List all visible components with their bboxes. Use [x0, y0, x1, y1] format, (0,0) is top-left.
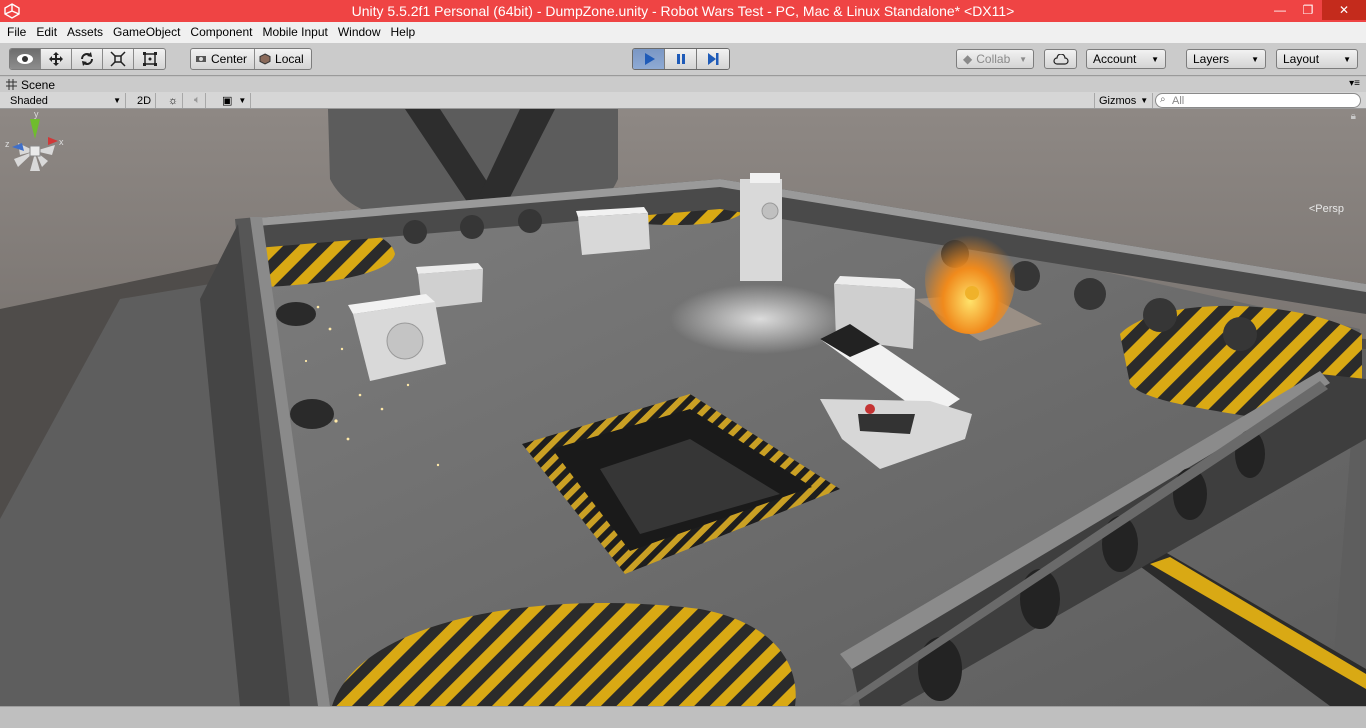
2d-label: 2D — [137, 94, 152, 107]
menu-assets[interactable]: Assets — [62, 22, 108, 43]
chevron-down-icon: ▼ — [1140, 96, 1149, 105]
2d-toggle[interactable]: 2D — [133, 93, 157, 108]
scale-icon — [110, 51, 126, 67]
rotate-tool-button[interactable] — [72, 49, 103, 69]
title-bar: Unity 5.5.2f1 Personal (64bit) - DumpZon… — [0, 0, 1366, 22]
image-icon: ▣ — [222, 95, 233, 107]
pivot-local-label: Local — [275, 52, 304, 66]
crate-1 — [576, 207, 650, 255]
pivot-center-icon — [196, 56, 206, 62]
effects-dropdown[interactable]: ▣ ▼ — [218, 93, 252, 108]
scene-viewport[interactable]: y x z <Persp 🔒︎ — [0, 109, 1366, 706]
step-button[interactable] — [697, 49, 729, 69]
play-icon — [644, 53, 655, 65]
scene-tab-bar: Scene ▾≡ — [0, 77, 1366, 92]
status-bar — [0, 706, 1366, 728]
menu-bar: File Edit Assets GameObject Component Mo… — [0, 22, 1366, 43]
eye-icon — [17, 54, 33, 64]
speaker-icon: 🔈︎ — [194, 94, 201, 106]
orientation-gizmo[interactable]: y x z — [0, 109, 70, 219]
pivot-center-label: Center — [211, 52, 248, 66]
lighting-toggle[interactable]: ☼ — [164, 93, 184, 108]
gizmo-x-cone — [48, 137, 58, 145]
chevron-down-icon: ▼ — [1251, 54, 1259, 64]
chevron-down-icon: ▼ — [1343, 54, 1351, 64]
layers-label: Layers — [1193, 52, 1230, 66]
chevron-down-icon: ▼ — [113, 96, 121, 105]
sun-icon: ☼ — [168, 94, 179, 107]
menu-edit[interactable]: Edit — [31, 22, 62, 43]
search-icon: ⌕ — [1160, 94, 1166, 105]
menu-mobile-input[interactable]: Mobile Input — [257, 22, 332, 43]
gizmo-y-label: y — [34, 109, 39, 119]
chevron-down-icon: ▼ — [238, 96, 247, 105]
scene-grid-icon — [6, 79, 17, 90]
chevron-down-icon: ▼ — [1019, 54, 1027, 64]
shading-label: Shaded — [10, 94, 48, 107]
step-icon — [708, 53, 719, 65]
account-dropdown[interactable]: Account ▼ — [1086, 49, 1166, 69]
tower — [740, 173, 782, 281]
menu-file[interactable]: File — [2, 22, 31, 43]
gizmo-z-axis-cone — [12, 143, 24, 151]
gizmos-label: Gizmos — [1099, 94, 1137, 107]
move-arrows-icon — [49, 52, 63, 66]
gizmos-dropdown[interactable]: Gizmos ▼ — [1094, 93, 1154, 108]
window-title: Unity 5.5.2f1 Personal (64bit) - DumpZon… — [351, 3, 1015, 19]
pause-button[interactable] — [665, 49, 697, 69]
tab-options-icon[interactable]: ▾≡ — [1349, 78, 1360, 89]
layers-dropdown[interactable]: Layers ▼ — [1186, 49, 1266, 69]
local-cube-icon — [259, 53, 271, 65]
pivot-toggles: Center Local — [190, 48, 312, 70]
play-controls — [632, 48, 730, 70]
rect-tool-icon — [142, 52, 157, 66]
cloud-button[interactable] — [1044, 49, 1077, 69]
chevron-down-icon: ▼ — [1151, 54, 1159, 64]
transform-tools — [9, 48, 166, 70]
pivot-center-button[interactable]: Center — [191, 49, 256, 69]
audio-toggle[interactable]: 🔈︎ — [190, 93, 206, 108]
gizmo-x-label: x — [59, 137, 64, 147]
layout-dropdown[interactable]: Layout ▼ — [1276, 49, 1358, 69]
rotate-icon — [81, 52, 93, 66]
collab-label: Collab — [976, 52, 1011, 66]
menu-gameobject[interactable]: GameObject — [108, 22, 185, 43]
hand-tool-button[interactable] — [10, 49, 41, 69]
menu-help[interactable]: Help — [386, 22, 421, 43]
close-button[interactable]: ✕ — [1322, 0, 1366, 20]
rect-tool-button[interactable] — [134, 49, 165, 69]
unity-logo-icon — [4, 3, 20, 19]
menu-window[interactable]: Window — [333, 22, 386, 43]
move-tool-button[interactable] — [41, 49, 72, 69]
scene-tab-label: Scene — [21, 77, 56, 92]
persp-label: Persp — [1315, 203, 1344, 215]
gizmo-z-label: z — [5, 139, 10, 149]
collab-icon: ◆ — [963, 52, 973, 66]
scene-search-input[interactable]: ⌕ All — [1155, 93, 1361, 108]
persp-toggle[interactable]: <Persp — [1309, 203, 1344, 215]
tab-scene[interactable]: Scene — [6, 77, 55, 92]
play-button[interactable] — [633, 49, 665, 69]
layout-label: Layout — [1283, 52, 1320, 66]
maximize-button[interactable]: ❐ — [1294, 0, 1322, 20]
search-placeholder: All — [1172, 94, 1185, 107]
cloud-icon — [1052, 53, 1069, 65]
pause-icon — [676, 54, 685, 64]
pivot-local-button[interactable]: Local — [255, 49, 311, 69]
menu-component[interactable]: Component — [185, 22, 257, 43]
scene-render — [0, 109, 1366, 706]
scene-toolbar: Shaded ▼ 2D ☼ 🔈︎ ▣ ▼ Gizmos ▼ ⌕ All — [0, 92, 1366, 109]
minimize-button[interactable]: — — [1266, 0, 1294, 20]
scale-tool-button[interactable] — [103, 49, 134, 69]
account-label: Account — [1093, 52, 1137, 66]
lock-icon[interactable]: 🔒︎ — [1351, 111, 1356, 122]
collab-dropdown[interactable]: ◆ Collab ▼ — [956, 49, 1034, 69]
shading-mode-dropdown[interactable]: Shaded ▼ — [6, 93, 126, 108]
gizmo-y-cone — [30, 119, 40, 139]
